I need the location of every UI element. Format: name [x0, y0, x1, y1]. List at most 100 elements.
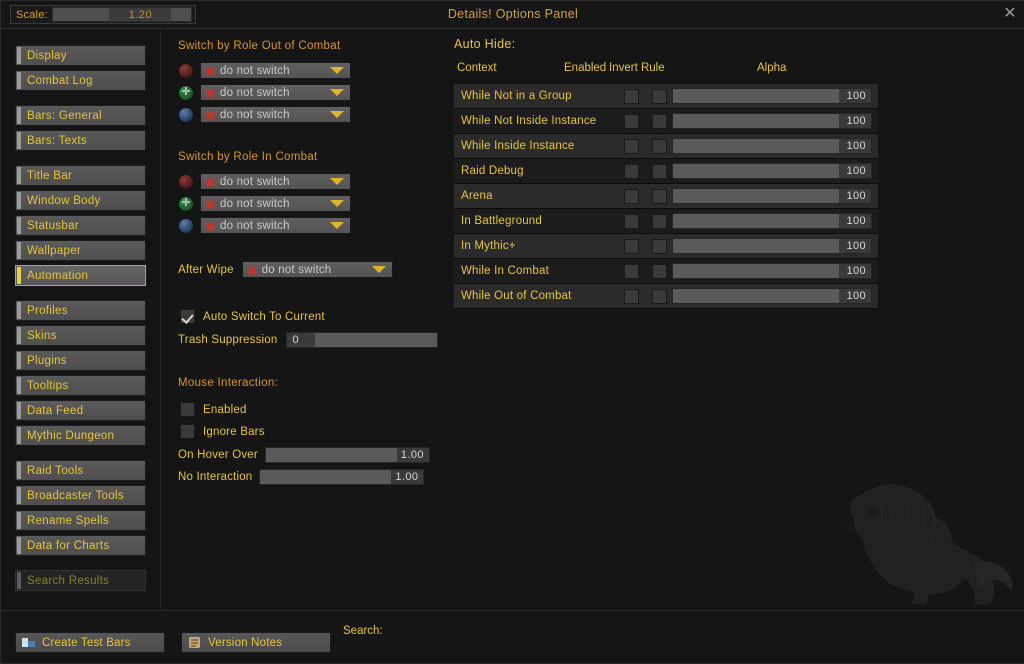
auto-hide-invert-checkbox[interactable]: [651, 188, 667, 204]
auto-hide-alpha-cell: 100: [672, 163, 878, 179]
scale-slider-thumb[interactable]: 1.20: [109, 8, 172, 21]
sidebar-item-bars-texts[interactable]: Bars: Texts: [15, 130, 146, 151]
sidebar-item-raid-tools[interactable]: Raid Tools: [15, 460, 146, 481]
sidebar-item-display[interactable]: Display: [15, 45, 146, 66]
auto-hide-alpha-value[interactable]: 100: [839, 89, 871, 103]
sidebar-item-mythic-dungeon[interactable]: Mythic Dungeon: [15, 425, 146, 446]
no-interaction-slider[interactable]: 1.00: [259, 469, 425, 485]
auto-hide-enabled-cell: [616, 163, 646, 179]
sidebar-item-tooltips[interactable]: Tooltips: [15, 375, 146, 396]
auto-hide-invert-checkbox[interactable]: [651, 88, 667, 104]
auto-hide-enabled-checkbox[interactable]: [623, 88, 639, 104]
on-hover-over-slider[interactable]: 1.00: [264, 447, 430, 463]
auto-hide-enabled-checkbox[interactable]: [623, 163, 639, 179]
on-hover-over-value[interactable]: 1.00: [396, 448, 429, 462]
sidebar-item-accent: [17, 352, 21, 369]
auto-hide-enabled-checkbox[interactable]: [623, 288, 639, 304]
auto-hide-enabled-checkbox[interactable]: [623, 263, 639, 279]
sidebar-item-label: Combat Log: [27, 74, 93, 87]
sidebar-item-plugins[interactable]: Plugins: [15, 350, 146, 371]
role-heal-icon: ✛: [178, 195, 194, 212]
auto-hide-enabled-checkbox[interactable]: [623, 138, 639, 154]
auto-hide-invert-cell: [646, 288, 672, 304]
sidebar-item-window-body[interactable]: Window Body: [15, 190, 146, 211]
auto-hide-invert-checkbox[interactable]: [651, 138, 667, 154]
sidebar-item-skins[interactable]: Skins: [15, 325, 146, 346]
version-notes-button[interactable]: Version Notes: [181, 632, 331, 653]
auto-hide-alpha-value[interactable]: 100: [839, 239, 871, 253]
auto-hide-alpha-cell: 100: [672, 88, 878, 104]
auto-hide-invert-cell: [646, 163, 672, 179]
auto-hide-invert-checkbox[interactable]: [651, 238, 667, 254]
sidebar-item-statusbar[interactable]: Statusbar: [15, 215, 146, 236]
sidebar-item-search-results[interactable]: Search Results: [15, 570, 146, 591]
auto-hide-enabled-cell: [616, 138, 646, 154]
auto-hide-invert-checkbox[interactable]: [651, 213, 667, 229]
auto-hide-alpha-slider[interactable]: 100: [672, 238, 872, 254]
chevron-down-icon: [330, 89, 344, 96]
auto-hide-invert-checkbox[interactable]: [651, 163, 667, 179]
switch-out-of-combat-heal-dropdown[interactable]: do not switch: [200, 84, 351, 101]
switch-in-combat-row: ✛ do not switch: [178, 195, 351, 212]
auto-hide-alpha-slider[interactable]: 100: [672, 163, 872, 179]
sidebar-item-data-for-charts[interactable]: Data for Charts: [15, 535, 146, 556]
sidebar-item-label: Window Body: [27, 194, 101, 207]
auto-hide-alpha-value[interactable]: 100: [839, 114, 871, 128]
mouse-enabled-checkbox[interactable]: [180, 402, 195, 417]
auto-hide-table: While Not in a Group 100 While Not Inside …: [454, 84, 878, 309]
sidebar-item-data-feed[interactable]: Data Feed: [15, 400, 146, 421]
auto-hide-alpha-slider[interactable]: 100: [672, 138, 872, 154]
auto-hide-alpha-slider[interactable]: 100: [672, 88, 872, 104]
auto-hide-alpha-value[interactable]: 100: [839, 189, 871, 203]
switch-in-combat-tank-dropdown[interactable]: do not switch: [200, 217, 351, 234]
switch-out-of-combat-tank-value: do not switch: [220, 108, 290, 121]
sidebar-item-bars-general[interactable]: Bars: General: [15, 105, 146, 126]
switch-in-combat-heal-dropdown[interactable]: do not switch: [200, 195, 351, 212]
auto-hide-enabled-checkbox[interactable]: [623, 213, 639, 229]
switch-out-of-combat-tank-dropdown[interactable]: do not switch: [200, 106, 351, 123]
switch-out-of-combat-row: ✛ do not switch: [178, 84, 351, 101]
auto-hide-alpha-value[interactable]: 100: [839, 164, 871, 178]
no-interaction-value[interactable]: 1.00: [391, 470, 424, 484]
sidebar-item-wallpaper[interactable]: Wallpaper: [15, 240, 146, 261]
sidebar-item-automation[interactable]: Automation: [15, 265, 146, 286]
sidebar-item-profiles[interactable]: Profiles: [15, 300, 146, 321]
sidebar-item-combat-log[interactable]: Combat Log: [15, 70, 146, 91]
auto-hide-alpha-value[interactable]: 100: [839, 289, 871, 303]
auto-hide-alpha-slider[interactable]: 100: [672, 213, 872, 229]
scale-slider[interactable]: 1.20: [51, 7, 192, 22]
auto-hide-invert-checkbox[interactable]: [651, 288, 667, 304]
auto-hide-invert-checkbox[interactable]: [651, 263, 667, 279]
do-not-switch-x-icon: [204, 175, 217, 188]
sidebar-item-rename-spells[interactable]: Rename Spells: [15, 510, 146, 531]
close-icon[interactable]: ✕: [1000, 4, 1020, 24]
sidebar-item-label: Skins: [27, 329, 57, 342]
auto-hide-invert-checkbox[interactable]: [651, 113, 667, 129]
auto-hide-enabled-checkbox[interactable]: [623, 238, 639, 254]
auto-hide-alpha-value[interactable]: 100: [839, 264, 871, 278]
auto-hide-enabled-checkbox[interactable]: [623, 113, 639, 129]
switch-in-combat-dps-dropdown[interactable]: do not switch: [200, 173, 351, 190]
do-not-switch-x-icon: [204, 86, 217, 99]
trash-suppression-slider[interactable]: 0: [285, 332, 438, 348]
auto-hide-context-label: In Mythic+: [461, 240, 516, 252]
create-test-bars-button[interactable]: Create Test Bars: [15, 632, 165, 653]
auto-hide-alpha-slider[interactable]: 100: [672, 113, 872, 129]
trash-suppression-value[interactable]: 0: [286, 333, 315, 347]
auto-hide-alpha-value[interactable]: 100: [839, 139, 871, 153]
ignore-bars-checkbox[interactable]: [180, 424, 195, 439]
auto-hide-alpha-slider[interactable]: 100: [672, 263, 872, 279]
auto-hide-alpha-slider[interactable]: 100: [672, 188, 872, 204]
sidebar-item-label: Mythic Dungeon: [27, 429, 115, 442]
sidebar-item-title-bar[interactable]: Title Bar: [15, 165, 146, 186]
switch-in-combat-heal-value: do not switch: [220, 197, 290, 210]
auto-hide-enabled-checkbox[interactable]: [623, 188, 639, 204]
auto-hide-alpha-value[interactable]: 100: [839, 214, 871, 228]
auto-hide-enabled-cell: [616, 263, 646, 279]
switch-out-of-combat-dps-dropdown[interactable]: do not switch: [200, 62, 351, 79]
after-wipe-dropdown[interactable]: do not switch: [241, 261, 393, 278]
column-header-invert-rule: Invert Rule: [609, 62, 665, 74]
auto-switch-checkbox[interactable]: [180, 309, 195, 324]
sidebar-item-broadcaster-tools[interactable]: Broadcaster Tools: [15, 485, 146, 506]
auto-hide-alpha-slider[interactable]: 100: [672, 288, 872, 304]
